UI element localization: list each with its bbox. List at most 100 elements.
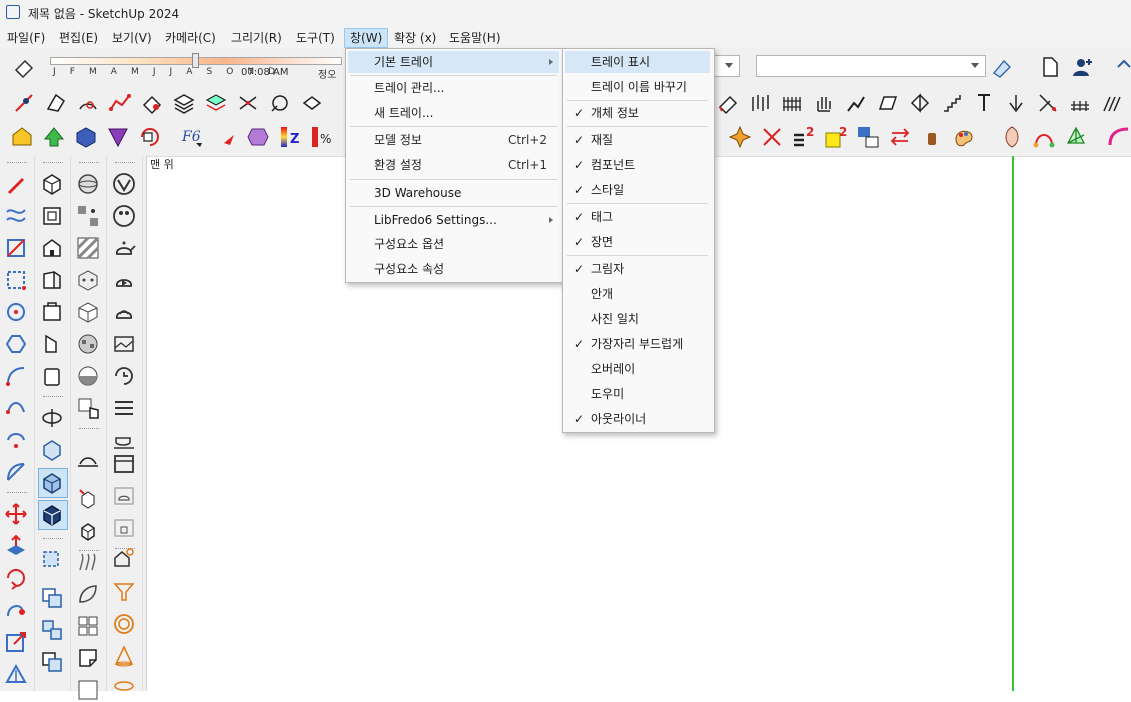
dome-light-icon[interactable]: [112, 676, 136, 700]
menu-item-libfredo6-settings[interactable]: LibFredo6 Settings...: [348, 209, 559, 231]
menu-extensions[interactable]: 확장 (x): [389, 29, 441, 47]
menu-item-tags[interactable]: ✓ 태그: [565, 206, 710, 228]
funnel-icon[interactable]: [112, 580, 136, 604]
dither-icon[interactable]: [76, 204, 100, 228]
menu-item-scenes[interactable]: ✓ 장면: [565, 231, 710, 253]
orbit-icon[interactable]: [40, 406, 64, 430]
dimension-icon[interactable]: [44, 91, 68, 115]
flip-icon[interactable]: [876, 91, 900, 115]
fredo6-icon[interactable]: F6: [180, 125, 204, 149]
light-panel-icon[interactable]: [112, 396, 136, 420]
pencil-box-icon[interactable]: [716, 91, 740, 115]
scale-icon[interactable]: [4, 630, 28, 654]
nail-icon[interactable]: [972, 91, 996, 115]
right-view-icon[interactable]: [40, 268, 64, 292]
window-render-icon[interactable]: [112, 452, 136, 476]
bend-icon[interactable]: [844, 91, 868, 115]
follow-me-icon[interactable]: [4, 598, 28, 622]
lock-box-icon[interactable]: [112, 516, 136, 540]
rotated-rect-icon[interactable]: [4, 268, 28, 292]
tag-dropdown[interactable]: [712, 55, 740, 77]
menu-item-manage-trays[interactable]: 트레이 관리...: [348, 77, 559, 99]
rectangle-icon[interactable]: [4, 236, 28, 260]
pie-icon[interactable]: [4, 460, 28, 484]
ring-icon[interactable]: [112, 612, 136, 636]
palette-icon[interactable]: [952, 125, 976, 149]
columns-icon[interactable]: [748, 91, 772, 115]
dots-box-icon[interactable]: [76, 268, 100, 292]
menu-item-components[interactable]: ✓ 컴포넌트: [565, 154, 710, 176]
grid-tiles-icon[interactable]: [76, 614, 100, 638]
mesh-green-icon[interactable]: [1064, 125, 1088, 149]
menu-item-model-info[interactable]: 모델 정보 Ctrl+2: [348, 129, 559, 151]
menu-item-entity-info[interactable]: ✓ 개체 정보: [565, 102, 710, 124]
vray-logo-icon[interactable]: [112, 172, 136, 196]
back-view-icon[interactable]: [40, 300, 64, 324]
leaf-icon[interactable]: [76, 582, 100, 606]
material-palette-icon[interactable]: [112, 204, 136, 228]
interactive-render-icon[interactable]: [112, 300, 136, 324]
left-view-icon[interactable]: [40, 332, 64, 356]
hexagon-icon[interactable]: [246, 125, 270, 149]
layers-icon[interactable]: [172, 91, 196, 115]
iso-view-icon[interactable]: [40, 172, 64, 196]
menu-item-instructor[interactable]: 도우미: [565, 383, 710, 405]
circle-icon[interactable]: [4, 300, 28, 324]
arrow-down-icon[interactable]: [1004, 91, 1028, 115]
checker-sphere-icon[interactable]: [76, 332, 100, 356]
menu-draw[interactable]: 그리기(R): [226, 29, 287, 47]
cut-plane-icon[interactable]: [1036, 91, 1060, 115]
yellow-square-icon[interactable]: 2: [824, 125, 848, 149]
diagonal-pattern-icon[interactable]: [76, 236, 100, 260]
star-shape-icon[interactable]: [728, 125, 752, 149]
push-pull-icon[interactable]: [4, 534, 28, 558]
pencil-icon[interactable]: [4, 172, 28, 196]
layers-color-icon[interactable]: [204, 91, 228, 115]
menu-view[interactable]: 보기(V): [107, 29, 157, 47]
hand-icon[interactable]: [812, 91, 836, 115]
menu-edit[interactable]: 편집(E): [54, 29, 103, 47]
gear-shape-icon[interactable]: [268, 91, 292, 115]
percent-icon[interactable]: %: [310, 125, 334, 149]
menu-item-component-attributes[interactable]: 구성요소 속성: [348, 258, 559, 280]
menu-window[interactable]: 창(W): [344, 28, 389, 48]
list-two-icon[interactable]: 2: [792, 125, 816, 149]
component-icon[interactable]: [40, 586, 64, 610]
shell-icon[interactable]: [1000, 125, 1024, 149]
menu-item-default-tray[interactable]: 기본 트레이: [348, 51, 559, 73]
fence-icon[interactable]: [780, 91, 804, 115]
push-icon[interactable]: [908, 91, 932, 115]
make-unique-icon[interactable]: [40, 618, 64, 642]
menu-file[interactable]: 파일(F): [2, 29, 50, 47]
menu-item-new-tray[interactable]: 새 트레이...: [348, 102, 559, 124]
select-hand-icon[interactable]: [76, 396, 100, 420]
fold-icon[interactable]: [76, 646, 100, 670]
split-squares-icon[interactable]: [856, 125, 880, 149]
slats-icon[interactable]: [1100, 91, 1124, 115]
style-dropdown[interactable]: [756, 55, 986, 77]
wire-box-icon[interactable]: [76, 300, 100, 324]
menu-item-shadows[interactable]: ✓ 그림자: [565, 258, 710, 280]
rotate-icon[interactable]: [4, 566, 28, 590]
barrel-icon[interactable]: [920, 125, 944, 149]
user-account-icon[interactable]: [1070, 55, 1094, 79]
three-point-arc-icon[interactable]: [4, 428, 28, 452]
teapot-frame-icon[interactable]: [112, 484, 136, 508]
menu-item-outliner[interactable]: ✓ 아웃라이너: [565, 408, 710, 430]
polygon-icon[interactable]: [4, 332, 28, 356]
two-point-arc-icon[interactable]: [4, 396, 28, 420]
paint-tag-icon[interactable]: [990, 55, 1014, 79]
arc-icon[interactable]: [4, 364, 28, 388]
protractor-icon[interactable]: [76, 91, 100, 115]
menu-item-soften-edges[interactable]: ✓ 가장자리 부드럽게: [565, 333, 710, 355]
history-icon[interactable]: [112, 364, 136, 388]
frame-buffer-icon[interactable]: [112, 332, 136, 356]
teapot-icon[interactable]: [112, 236, 136, 260]
box-tool-icon[interactable]: [300, 91, 324, 115]
swap-arrows-icon[interactable]: [888, 125, 912, 149]
pointer-red-icon[interactable]: [216, 125, 240, 149]
shape-up-icon[interactable]: [42, 125, 66, 149]
menu-item-fog[interactable]: 안개: [565, 283, 710, 305]
sun-house-icon[interactable]: [112, 546, 136, 570]
menu-help[interactable]: 도움말(H): [444, 29, 506, 47]
